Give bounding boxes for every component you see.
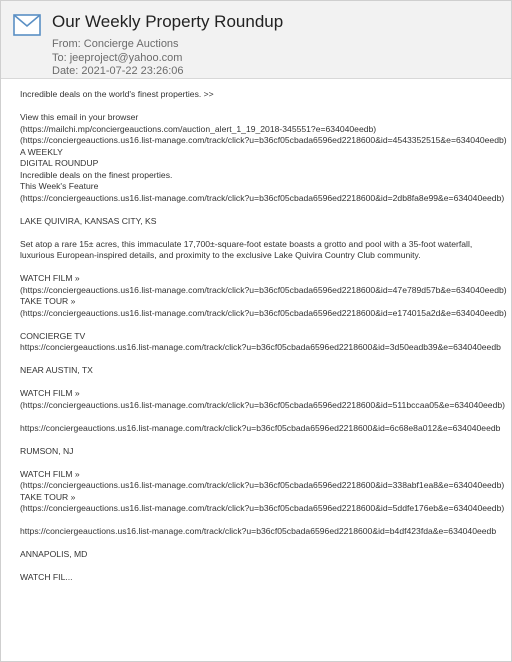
tracking-link[interactable]: (https://conciergeauctions.us16.list-man… [20, 135, 507, 145]
watch-film-url-3[interactable]: (https://conciergeauctions.us16.list-man… [20, 480, 504, 490]
email-window: Our Weekly Property Roundup From: Concie… [0, 0, 512, 662]
location-heading-2: NEAR AUSTIN, TX [20, 365, 93, 375]
watch-film-url-2[interactable]: (https://conciergeauctions.us16.list-man… [20, 400, 505, 410]
property-description: Set atop a rare 15± acres, this immacula… [20, 238, 473, 261]
email-subject: Our Weekly Property Roundup [52, 12, 284, 31]
watch-film-link-1[interactable]: WATCH FILM » [20, 273, 80, 283]
view-in-browser-url[interactable]: (https://mailchi.mp/conciergeauctions.co… [20, 124, 376, 134]
feature-label: This Week's Feature [20, 181, 99, 191]
view-in-browser-link[interactable]: View this email in your browser [20, 112, 138, 122]
concierge-tv-url[interactable]: https://conciergeauctions.us16.list-mana… [20, 342, 501, 352]
take-tour-url-3[interactable]: (https://conciergeauctions.us16.list-man… [20, 503, 504, 513]
watch-film-link-2[interactable]: WATCH FILM » [20, 388, 80, 398]
take-tour-link-3[interactable]: TAKE TOUR » [20, 492, 75, 502]
take-tour-link-1[interactable]: TAKE TOUR » [20, 296, 75, 306]
feature-link[interactable]: (https://conciergeauctions.us16.list-man… [20, 193, 504, 203]
tagline-text: Incredible deals on the finest propertie… [20, 169, 173, 180]
location-heading-1: LAKE QUIVIRA, KANSAS CITY, KS [20, 215, 157, 226]
envelope-icon [13, 14, 41, 36]
watch-film-link-3[interactable]: WATCH FILM » [20, 469, 80, 479]
email-body: Incredible deals on the world's finest p… [20, 89, 511, 584]
heading-digital-roundup: DIGITAL ROUNDUP [20, 158, 99, 168]
preheader-text: Incredible deals on the world's finest p… [20, 89, 214, 99]
location-url-3[interactable]: https://conciergeauctions.us16.list-mana… [20, 526, 496, 536]
take-tour-url-1[interactable]: (https://conciergeauctions.us16.list-man… [20, 308, 507, 318]
email-date: Date: 2021-07-22 23:26:06 [52, 65, 184, 77]
concierge-tv-heading: CONCIERGE TV [20, 330, 86, 341]
location-url-2[interactable]: https://conciergeauctions.us16.list-mana… [20, 423, 500, 433]
location-heading-3: RUMSON, NJ [20, 445, 74, 456]
location-heading-4: ANNAPOLIS, MD [20, 549, 88, 559]
email-to: To: jeeproject@yahoo.com [52, 52, 183, 64]
email-header: Our Weekly Property Roundup From: Concie… [1, 1, 511, 79]
watch-film-url-1[interactable]: (https://conciergeauctions.us16.list-man… [20, 285, 507, 295]
email-from: From: Concierge Auctions [52, 38, 179, 50]
watch-film-link-4[interactable]: WATCH FIL... [20, 572, 73, 582]
heading-a-weekly: A WEEKLY [20, 146, 63, 157]
